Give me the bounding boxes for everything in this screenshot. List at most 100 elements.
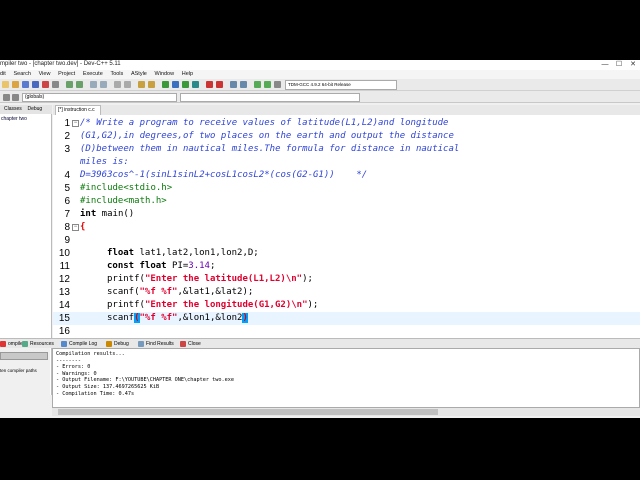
toggle-bookmark-icon[interactable] <box>138 81 145 88</box>
class-browser-icon[interactable] <box>3 94 10 101</box>
code-text: printf("Enter the latitude(L1,L2)\n"); <box>107 273 313 286</box>
code-fragment: scanf <box>107 313 135 323</box>
line-number: 1 <box>64 118 70 129</box>
replace-icon[interactable] <box>100 81 107 88</box>
minimize-button[interactable]: — <box>598 60 612 70</box>
stop-icon[interactable] <box>216 81 223 88</box>
fold-minus-icon[interactable]: − <box>72 224 79 231</box>
log-line: - Errors: 0 <box>56 364 91 371</box>
fold-minus-icon[interactable]: − <box>72 120 79 127</box>
scope-select[interactable]: (globals) <box>22 93 177 102</box>
log-horizontal-scrollbar[interactable] <box>52 408 640 416</box>
code-text: { <box>80 222 86 232</box>
devcpp-window: mpiler two - [chapter two.dev] - Dev-C++… <box>0 60 640 418</box>
debug-icon[interactable] <box>206 81 213 88</box>
code-line: 14 printf("Enter the longitude(G1,G2)\n"… <box>53 299 640 312</box>
menu-edit[interactable]: dit <box>0 70 6 79</box>
current-code-line: 15 scanf("%f %f",&lon1,&lon2) <box>53 312 640 325</box>
print-icon[interactable] <box>52 81 59 88</box>
menu-tools[interactable]: Tools <box>110 70 123 79</box>
menu-project[interactable]: Project <box>58 70 75 79</box>
insert-code-icon[interactable] <box>264 81 271 88</box>
tab-label: Close <box>188 341 201 347</box>
menu-astyle[interactable]: AStyle <box>131 70 147 79</box>
find-icon[interactable] <box>90 81 97 88</box>
line-number: 12 <box>58 274 70 285</box>
menu-window[interactable]: Window <box>155 70 175 79</box>
code-line: 12 printf("Enter the latitude(L1,L2)\n")… <box>53 273 640 286</box>
delete-profile-icon[interactable] <box>240 81 247 88</box>
menu-view[interactable]: View <box>39 70 51 79</box>
menu-help[interactable]: Help <box>182 70 193 79</box>
menu-search[interactable]: Search <box>13 70 30 79</box>
member-select[interactable] <box>180 93 360 102</box>
code-text: (D)between them in nautical miles.The fo… <box>80 144 460 154</box>
tab-debug-side[interactable]: Debug <box>27 106 42 112</box>
save-icon[interactable] <box>22 81 29 88</box>
code-fragment: ; <box>209 261 216 271</box>
string-literal: "Enter the longitude(G1,G2)\n" <box>144 300 308 310</box>
tab-label: Compile Log <box>69 341 98 347</box>
unindent-icon[interactable] <box>124 81 131 88</box>
goto-bookmark-icon[interactable] <box>148 81 155 88</box>
code-line: 9 <box>53 234 640 247</box>
open-folder-icon[interactable] <box>12 81 19 88</box>
indent-icon[interactable] <box>114 81 121 88</box>
save-all-icon[interactable] <box>32 81 39 88</box>
code-line: 10 float lat1,lat2,lon1,lon2,D; <box>53 247 640 260</box>
tab-label: Find Results <box>146 341 174 347</box>
sidebar-tabs: Classes Debug <box>0 105 52 114</box>
code-line: 3 (D)between them in nautical miles.The … <box>53 143 640 156</box>
line-number: 15 <box>58 313 70 324</box>
compiler-options-panel: ten compiler paths <box>0 348 50 418</box>
keyword: int <box>80 209 97 219</box>
goto-icon[interactable] <box>12 94 19 101</box>
matched-paren: ) <box>242 313 248 323</box>
code-editor[interactable]: 1 − /* Write a program to receive values… <box>53 115 640 338</box>
log-line: - Compilation Time: 0.47s <box>56 390 135 397</box>
undo-icon[interactable] <box>66 81 73 88</box>
code-line: miles is: <box>53 156 640 169</box>
line-number: 9 <box>64 235 70 246</box>
line-number: 2 <box>64 131 70 142</box>
shorten-paths-checkbox[interactable]: ten compiler paths <box>0 368 37 373</box>
scrollbar-thumb[interactable] <box>58 409 438 415</box>
rebuild-icon[interactable] <box>192 81 199 88</box>
compiler-select[interactable]: TDM-GCC 4.9.2 64-bit Release <box>285 80 397 90</box>
code-line: 13 scanf("%f %f",&lat1,&lat2); <box>53 286 640 299</box>
line-number: 4 <box>64 170 70 181</box>
new-class-icon[interactable] <box>254 81 261 88</box>
toggle-comment-icon[interactable] <box>274 81 281 88</box>
project-tree-item[interactable]: chapter two <box>1 116 27 122</box>
code-fragment: ); <box>307 300 319 310</box>
menu-execute[interactable]: Execute <box>83 70 103 79</box>
find-results-icon <box>138 340 144 347</box>
code-fragment: scanf( <box>107 287 140 297</box>
code-text: scanf("%f %f",&lat1,&lat2); <box>107 286 253 299</box>
log-line: - Warnings: 0 <box>56 370 97 377</box>
new-file-icon[interactable] <box>2 81 9 88</box>
code-text: #include<stdio.h> <box>80 183 173 193</box>
window-title: mpiler two - [chapter two.dev] - Dev-C++… <box>0 61 121 67</box>
close-window-button[interactable]: ✕ <box>626 60 640 70</box>
code-line: 11 const float PI=3.14; <box>53 260 640 273</box>
file-tab[interactable]: [*] instruction c.c <box>55 105 101 115</box>
abort-compilation-button[interactable] <box>0 352 48 360</box>
code-text: const float PI=3.14; <box>107 260 215 273</box>
compile-run-icon[interactable] <box>182 81 189 88</box>
code-text: scanf("%f %f",&lon1,&lon2) <box>107 312 248 325</box>
resources-icon <box>22 340 28 347</box>
title-bar: mpiler two - [chapter two.dev] - Dev-C++… <box>0 60 640 70</box>
editor-tab-bar: [*] instruction c.c <box>53 105 640 115</box>
tab-classes[interactable]: Classes <box>4 106 22 112</box>
redo-icon[interactable] <box>76 81 83 88</box>
maximize-button[interactable]: ☐ <box>612 60 626 70</box>
profile-icon[interactable] <box>230 81 237 88</box>
keyword: const float <box>107 261 167 271</box>
code-line: 1 − /* Write a program to receive values… <box>53 117 640 130</box>
debug-tab-icon <box>106 340 112 347</box>
compile-icon[interactable] <box>162 81 169 88</box>
close-file-icon[interactable] <box>42 81 49 88</box>
run-icon[interactable] <box>172 81 179 88</box>
line-number: 6 <box>64 196 70 207</box>
